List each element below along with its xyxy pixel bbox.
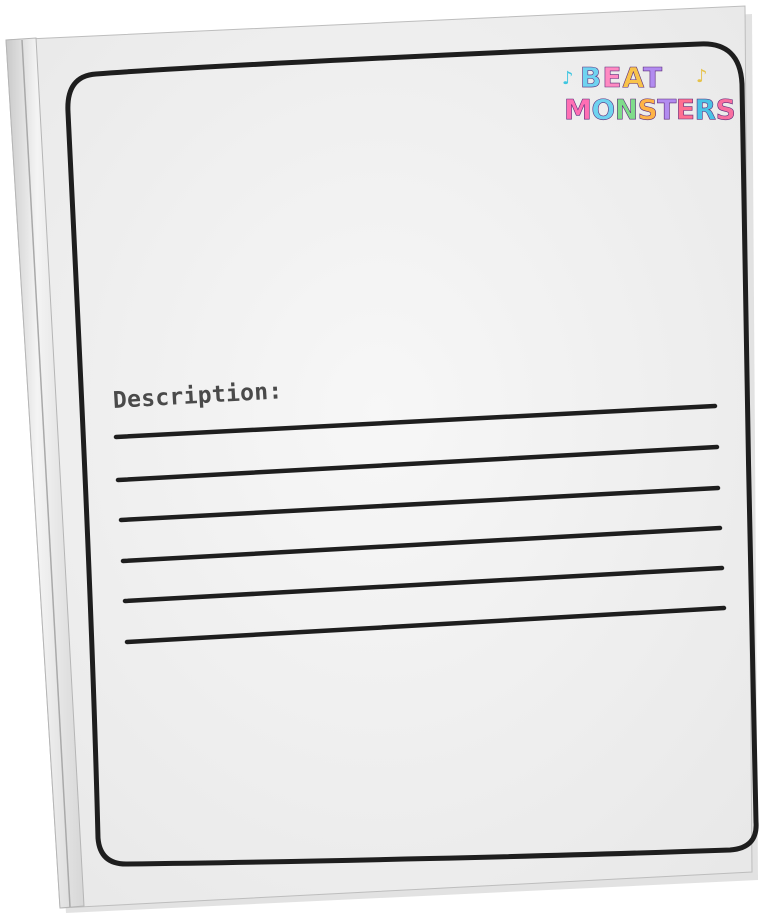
music-note-icon: ♪ [562, 68, 574, 89]
logo-letter: R [694, 93, 716, 126]
beat-monsters-logo: ♪ BEAT ♪ MONSTERS [560, 61, 738, 136]
logo-letter: S [637, 93, 658, 126]
logo-letter: S [715, 93, 736, 126]
logo-letter: T [657, 93, 677, 126]
music-note-icon: ♪ [696, 66, 708, 87]
logo-word-monsters: MONSTERS [564, 93, 736, 126]
logo-letter: E [675, 93, 696, 126]
logo-letter: E [602, 61, 623, 94]
logo-word-beat: BEAT [580, 61, 664, 94]
notebook-cover [5, 5, 759, 913]
logo-letter: O [591, 93, 615, 126]
logo-letter: A [622, 61, 643, 94]
logo-letter: N [614, 93, 638, 126]
notebook-page: ♪ BEAT ♪ MONSTERS Description: [0, 0, 765, 915]
page-surface [5, 5, 753, 909]
logo-letter: M [564, 93, 592, 126]
logo-letter: B [580, 61, 603, 94]
logo-letter: T [642, 61, 664, 94]
